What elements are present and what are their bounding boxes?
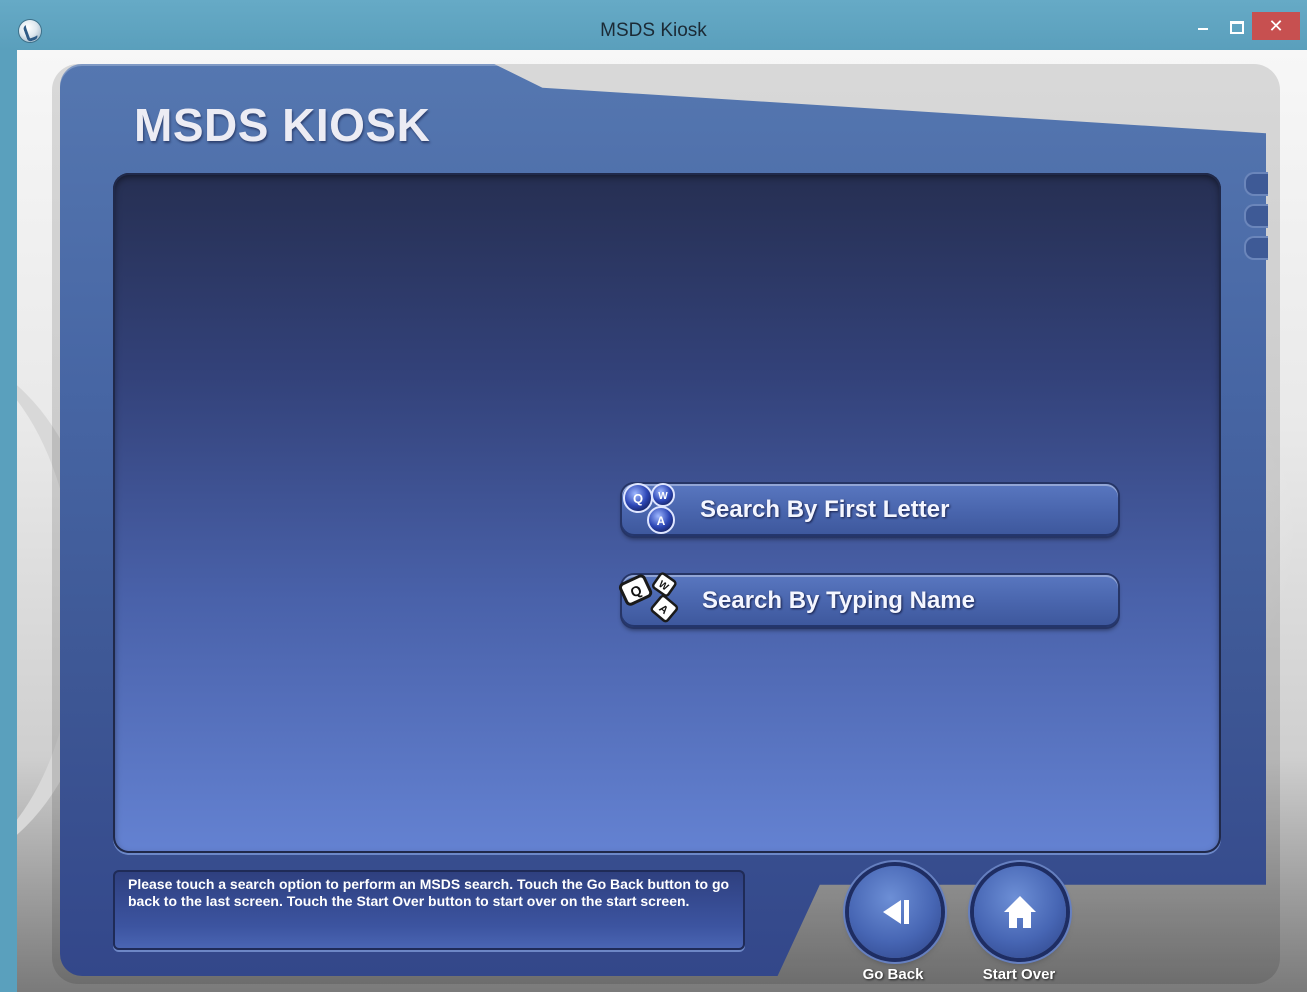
go-back-button[interactable] — [849, 866, 941, 958]
close-button[interactable]: ✕ — [1252, 12, 1300, 40]
minimize-button[interactable] — [1186, 12, 1220, 40]
go-back-label: Go Back — [862, 966, 924, 983]
start-over-label: Start Over — [982, 966, 1056, 983]
search-by-typing-name-label: Search By Typing Name — [702, 587, 975, 614]
svg-text:Q: Q — [633, 491, 643, 506]
search-by-typing-name-button[interactable]: Q W A Search By Typing Name — [618, 572, 1118, 627]
qwa-square-keys-icon: Q W A — [618, 572, 679, 623]
frame-notch — [1244, 172, 1268, 196]
maximize-icon — [1230, 20, 1244, 34]
help-text: Please touch a search option to perform … — [128, 876, 730, 909]
svg-text:A: A — [657, 514, 666, 528]
qwa-round-keys-icon: Q W A — [623, 483, 675, 534]
help-message-box: Please touch a search option to perform … — [113, 870, 745, 950]
frame-notch — [1244, 236, 1268, 260]
home-icon — [1004, 896, 1036, 928]
window-title: MSDS Kiosk — [600, 20, 707, 41]
svg-text:W: W — [658, 491, 668, 502]
search-by-first-letter-button[interactable]: Q W A Search By First Letter — [622, 483, 1118, 536]
minimize-icon — [1198, 28, 1208, 31]
maximize-button[interactable] — [1220, 12, 1254, 40]
search-by-first-letter-label: Search By First Letter — [700, 496, 950, 523]
frame-notch — [1244, 204, 1268, 228]
go-back-arrow-icon — [883, 900, 909, 924]
start-over-button[interactable] — [974, 866, 1066, 958]
window-titlebar: MSDS Kiosk ✕ — [0, 0, 1307, 50]
page-title: MSDS KIOSK — [134, 99, 431, 151]
